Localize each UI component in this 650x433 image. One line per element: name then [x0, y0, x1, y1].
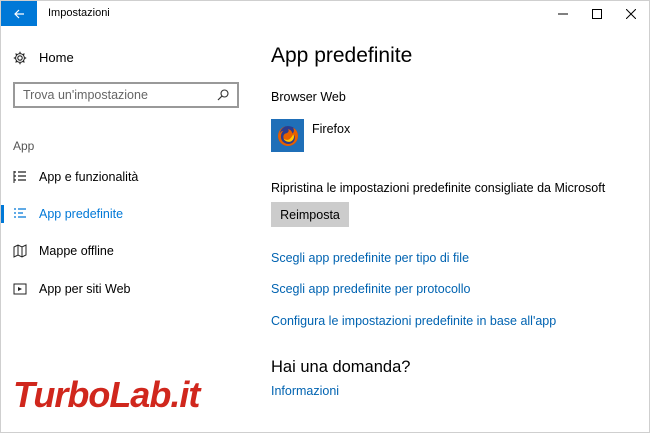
- link-defaults-by-protocol[interactable]: Scegli app predefinite per protocollo: [271, 282, 470, 296]
- link-defaults-by-file-type[interactable]: Scegli app predefinite per tipo di file: [271, 251, 469, 265]
- reset-description: Ripristina le impostazioni predefinite c…: [271, 181, 606, 195]
- browser-heading: Browser Web: [271, 90, 346, 104]
- search-input[interactable]: Trova un'impostazione: [13, 82, 239, 108]
- sidebar-item-app-features[interactable]: App e funzionalità: [1, 162, 251, 192]
- minimize-button[interactable]: [547, 1, 579, 26]
- sidebar-home-label: Home: [39, 50, 74, 65]
- minimize-icon: [558, 13, 568, 14]
- sidebar-item-default-apps[interactable]: App predefinite: [1, 199, 251, 229]
- sidebar-item-offline-maps[interactable]: Mappe offline: [1, 236, 251, 266]
- gear-icon: [13, 51, 27, 64]
- turbolab-watermark-logo: TurboLab.it: [11, 372, 206, 418]
- list-icon: [13, 171, 26, 183]
- sidebar-home[interactable]: Home: [13, 50, 74, 65]
- svg-text:TurboLab.it: TurboLab.it: [13, 374, 202, 415]
- back-button[interactable]: [1, 1, 37, 26]
- question-heading: Hai una domanda?: [271, 358, 411, 376]
- firefox-icon: [271, 119, 304, 152]
- sidebar-section-title: App: [13, 139, 35, 153]
- link-defaults-by-app[interactable]: Configura le impostazioni predefinite in…: [271, 314, 556, 328]
- search-icon[interactable]: [217, 89, 229, 101]
- sidebar-item-label: App predefinite: [39, 207, 124, 221]
- close-button[interactable]: [615, 1, 647, 26]
- title-bar: Impostazioni: [1, 1, 649, 26]
- maximize-button[interactable]: [581, 1, 613, 26]
- main-content: App predefinite Browser Web Firefox Ripr…: [271, 26, 641, 432]
- sidebar-item-label: App per siti Web: [39, 282, 131, 296]
- map-icon: [13, 244, 27, 258]
- defaults-list-icon: [14, 208, 26, 218]
- sidebar-item-label: App e funzionalità: [39, 170, 139, 184]
- default-browser-picker[interactable]: Firefox: [271, 119, 350, 152]
- sidebar-item-website-apps[interactable]: App per siti Web: [1, 274, 251, 304]
- back-arrow-icon: [14, 9, 24, 18]
- settings-window: Impostazioni Home Trova un'impostazione: [0, 0, 650, 433]
- sidebar-item-label: Mappe offline: [39, 244, 114, 258]
- search-placeholder: Trova un'impostazione: [23, 88, 148, 102]
- browser-name: Firefox: [312, 122, 351, 136]
- maximize-icon: [592, 8, 602, 19]
- website-app-icon: [13, 283, 27, 295]
- close-icon: [626, 8, 636, 19]
- page-title: App predefinite: [271, 44, 413, 67]
- reset-button[interactable]: Reimposta: [271, 202, 349, 227]
- window-title: Impostazioni: [48, 7, 110, 19]
- info-link[interactable]: Informazioni: [271, 384, 339, 398]
